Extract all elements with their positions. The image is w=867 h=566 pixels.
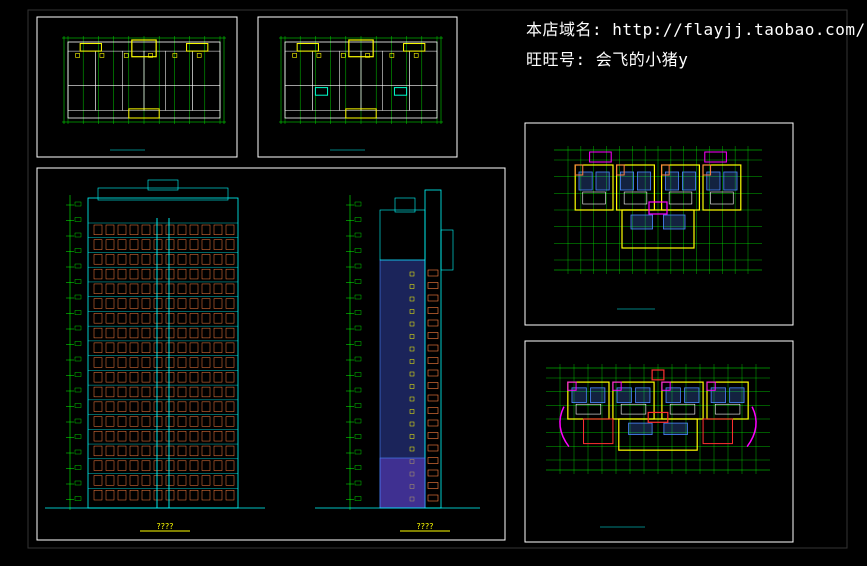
sheet-elevations[interactable]: ???? ???? (36, 167, 506, 541)
wangwang-id-text: 旺旺号: 会飞的小猪y (526, 50, 689, 69)
floor-plan-1-lines (62, 36, 226, 151)
front-elevation-label: ???? (157, 522, 174, 531)
sheet-floor-plan-4[interactable] (524, 340, 794, 543)
shop-url-text: 本店域名: http://flayjj.taobao.com/ (526, 20, 866, 39)
floor-plan-4-lines (546, 364, 770, 528)
floor-plan-3-lines (554, 146, 762, 310)
side-elevation (315, 189, 480, 510)
sheet-floor-plan-2[interactable] (257, 16, 458, 158)
sheet-floor-plan-1[interactable] (36, 16, 238, 158)
side-elevation-label: ???? (417, 522, 434, 531)
floor-plan-2-lines (279, 36, 443, 151)
cad-drawing-canvas[interactable]: ???? ???? 本店域名: http://flayjj.taobao.com… (0, 0, 867, 562)
cad-drawing[interactable]: ???? ???? (0, 0, 867, 562)
front-elevation (45, 179, 265, 510)
sheet-floor-plan-3[interactable] (524, 122, 794, 326)
drawing-boundary (27, 9, 848, 549)
